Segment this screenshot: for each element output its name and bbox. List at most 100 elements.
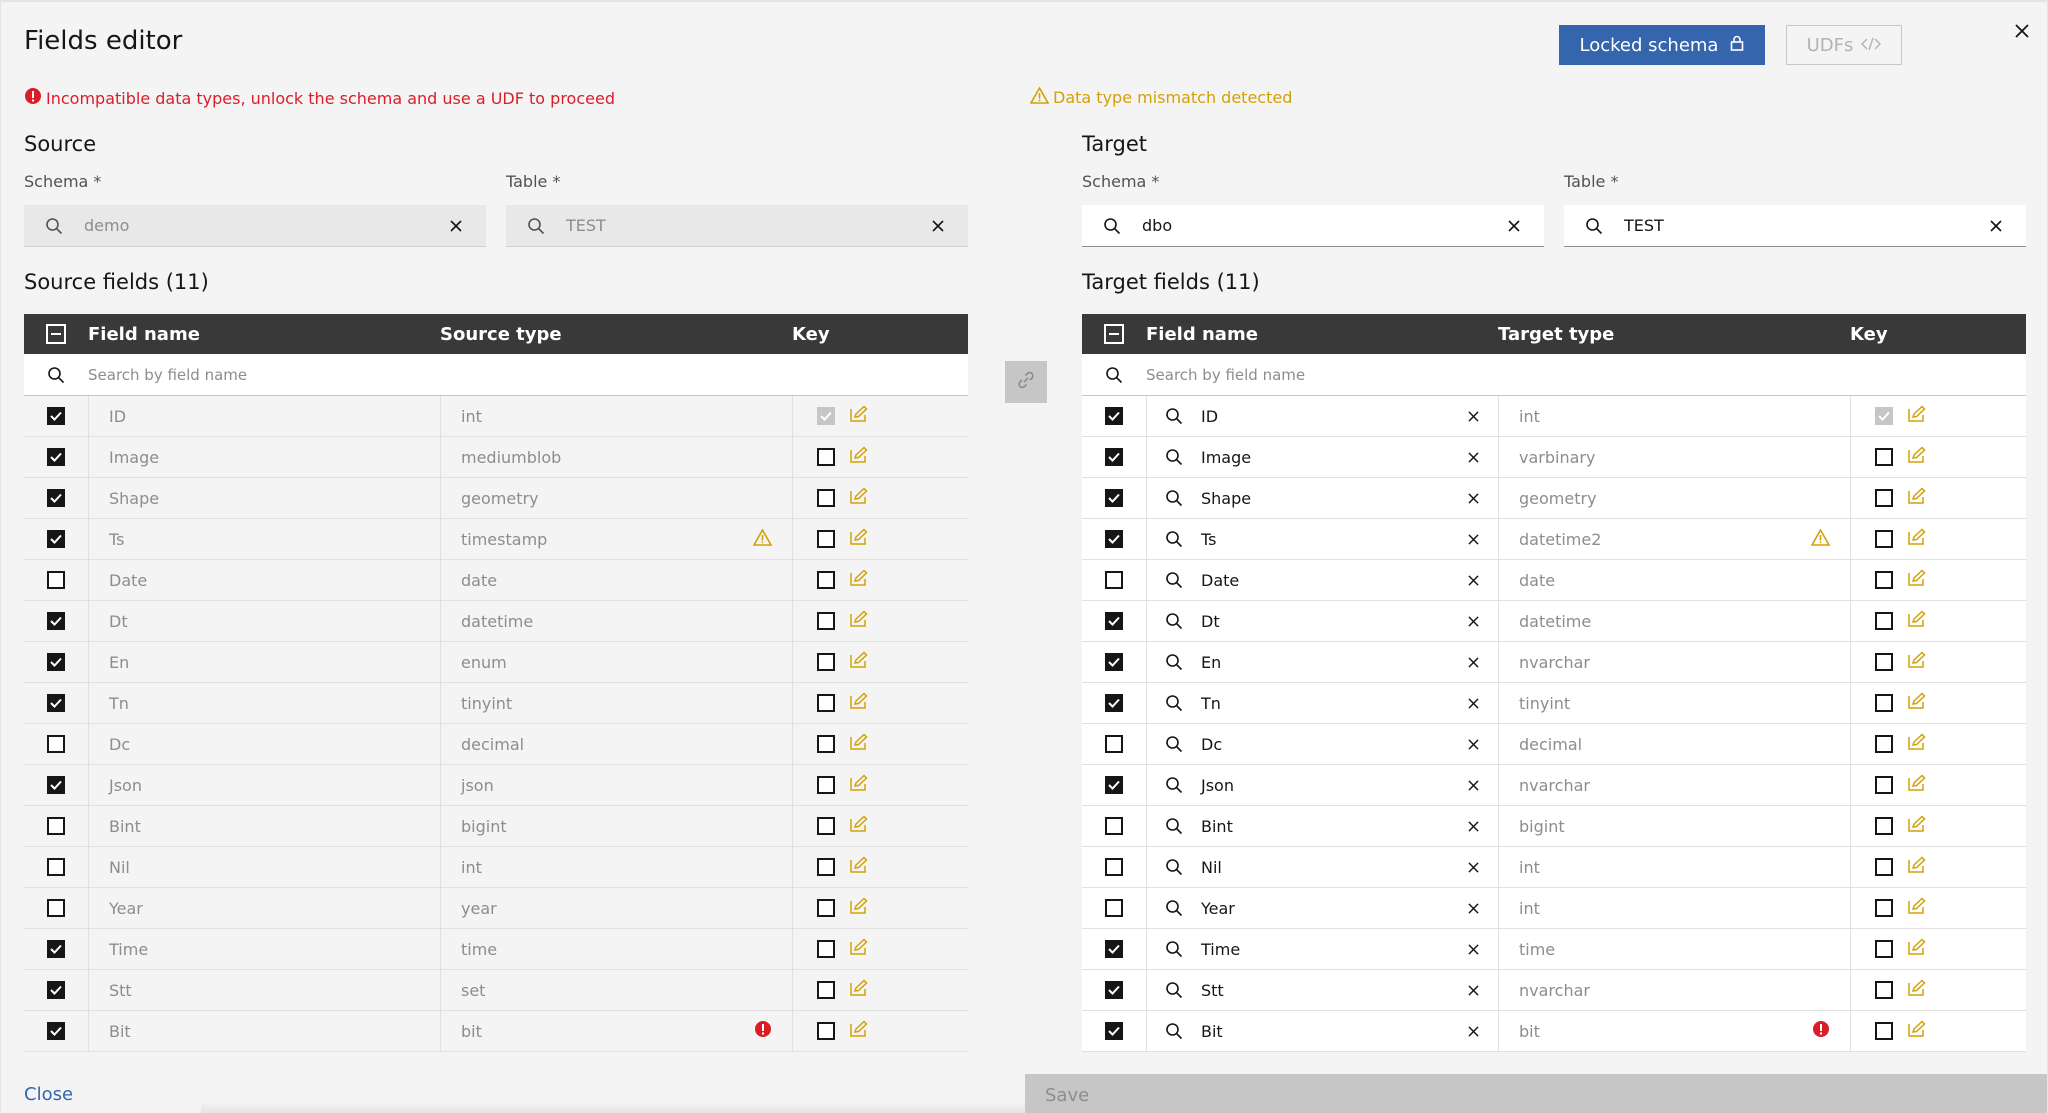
row-checkbox[interactable] — [1105, 817, 1123, 835]
edit-icon[interactable] — [849, 446, 869, 468]
field-name-cell[interactable]: Dt — [1146, 601, 1498, 641]
row-checkbox[interactable] — [1105, 489, 1123, 507]
edit-icon[interactable] — [849, 528, 869, 550]
key-checkbox[interactable] — [1875, 940, 1893, 958]
key-checkbox[interactable] — [1875, 776, 1893, 794]
edit-icon[interactable] — [1907, 733, 1927, 755]
key-checkbox[interactable] — [1875, 448, 1893, 466]
key-checkbox[interactable] — [1875, 735, 1893, 753]
key-checkbox[interactable] — [817, 981, 835, 999]
edit-icon[interactable] — [1907, 569, 1927, 591]
key-checkbox[interactable] — [1875, 612, 1893, 630]
row-checkbox[interactable] — [47, 694, 65, 712]
edit-icon[interactable] — [849, 733, 869, 755]
edit-icon[interactable] — [1907, 405, 1927, 427]
row-checkbox[interactable] — [47, 776, 65, 794]
select-all-checkbox[interactable] — [1104, 324, 1124, 344]
row-checkbox[interactable] — [1105, 612, 1123, 630]
row-checkbox[interactable] — [1105, 1022, 1123, 1040]
key-checkbox[interactable] — [1875, 899, 1893, 917]
edit-icon[interactable] — [1907, 856, 1927, 878]
row-checkbox[interactable] — [47, 940, 65, 958]
edit-icon[interactable] — [849, 569, 869, 591]
edit-icon[interactable] — [849, 405, 869, 427]
edit-icon[interactable] — [1907, 938, 1927, 960]
clear-icon[interactable] — [1448, 615, 1498, 627]
key-checkbox[interactable] — [817, 858, 835, 876]
key-checkbox[interactable] — [1875, 530, 1893, 548]
field-name-cell[interactable]: Shape — [1146, 478, 1498, 518]
close-button[interactable]: Close — [24, 1084, 73, 1105]
edit-icon[interactable] — [849, 487, 869, 509]
key-checkbox[interactable] — [817, 817, 835, 835]
edit-icon[interactable] — [849, 979, 869, 1001]
row-checkbox[interactable] — [1105, 858, 1123, 876]
field-name-cell[interactable]: Stt — [1146, 970, 1498, 1010]
key-checkbox[interactable] — [1875, 858, 1893, 876]
row-checkbox[interactable] — [47, 899, 65, 917]
edit-icon[interactable] — [849, 774, 869, 796]
clear-icon[interactable] — [1448, 656, 1498, 668]
edit-icon[interactable] — [1907, 979, 1927, 1001]
source-table-field[interactable]: TEST — [506, 205, 968, 247]
key-checkbox[interactable] — [817, 735, 835, 753]
key-checkbox[interactable] — [817, 940, 835, 958]
target-field-search[interactable]: Search by field name — [1082, 354, 2026, 396]
row-checkbox[interactable] — [1105, 899, 1123, 917]
field-name-cell[interactable]: Nil — [1146, 847, 1498, 887]
field-name-cell[interactable]: Dc — [1146, 724, 1498, 764]
key-checkbox[interactable] — [817, 530, 835, 548]
edit-icon[interactable] — [1907, 897, 1927, 919]
edit-icon[interactable] — [849, 1020, 869, 1042]
close-icon[interactable] — [2007, 16, 2037, 46]
edit-icon[interactable] — [1907, 774, 1927, 796]
clear-icon[interactable] — [1484, 219, 1544, 232]
field-name-cell[interactable]: Bit — [1146, 1011, 1498, 1051]
select-all-checkbox[interactable] — [46, 324, 66, 344]
locked-schema-button[interactable]: Locked schema — [1559, 25, 1765, 65]
row-checkbox[interactable] — [47, 407, 65, 425]
source-field-search[interactable]: Search by field name — [24, 354, 968, 396]
field-name-cell[interactable]: Json — [1146, 765, 1498, 805]
edit-icon[interactable] — [849, 651, 869, 673]
key-checkbox[interactable] — [817, 899, 835, 917]
edit-icon[interactable] — [849, 815, 869, 837]
row-checkbox[interactable] — [47, 489, 65, 507]
clear-icon[interactable] — [1448, 984, 1498, 996]
edit-icon[interactable] — [849, 897, 869, 919]
key-checkbox[interactable] — [817, 776, 835, 794]
save-button[interactable]: Save — [1025, 1074, 2047, 1113]
row-checkbox[interactable] — [1105, 407, 1123, 425]
key-checkbox[interactable] — [817, 653, 835, 671]
clear-icon[interactable] — [908, 219, 968, 232]
row-checkbox[interactable] — [47, 612, 65, 630]
clear-icon[interactable] — [426, 219, 486, 232]
key-checkbox[interactable] — [1875, 489, 1893, 507]
field-name-cell[interactable]: Image — [1146, 437, 1498, 477]
key-checkbox[interactable] — [1875, 653, 1893, 671]
row-checkbox[interactable] — [47, 653, 65, 671]
edit-icon[interactable] — [1907, 487, 1927, 509]
field-name-cell[interactable]: Ts — [1146, 519, 1498, 559]
row-checkbox[interactable] — [1105, 448, 1123, 466]
edit-icon[interactable] — [1907, 692, 1927, 714]
edit-icon[interactable] — [1907, 610, 1927, 632]
edit-icon[interactable] — [1907, 651, 1927, 673]
key-checkbox[interactable] — [1875, 981, 1893, 999]
field-name-cell[interactable]: ID — [1146, 396, 1498, 436]
row-checkbox[interactable] — [47, 571, 65, 589]
source-schema-field[interactable]: demo — [24, 205, 486, 247]
key-checkbox[interactable] — [1875, 1022, 1893, 1040]
row-checkbox[interactable] — [47, 735, 65, 753]
udfs-button[interactable]: UDFs — [1786, 25, 1902, 65]
field-name-cell[interactable]: En — [1146, 642, 1498, 682]
edit-icon[interactable] — [849, 856, 869, 878]
edit-icon[interactable] — [849, 610, 869, 632]
clear-icon[interactable] — [1448, 533, 1498, 545]
row-checkbox[interactable] — [1105, 981, 1123, 999]
clear-icon[interactable] — [1966, 219, 2026, 232]
key-checkbox[interactable] — [817, 1022, 835, 1040]
clear-icon[interactable] — [1448, 492, 1498, 504]
row-checkbox[interactable] — [47, 1022, 65, 1040]
clear-icon[interactable] — [1448, 697, 1498, 709]
